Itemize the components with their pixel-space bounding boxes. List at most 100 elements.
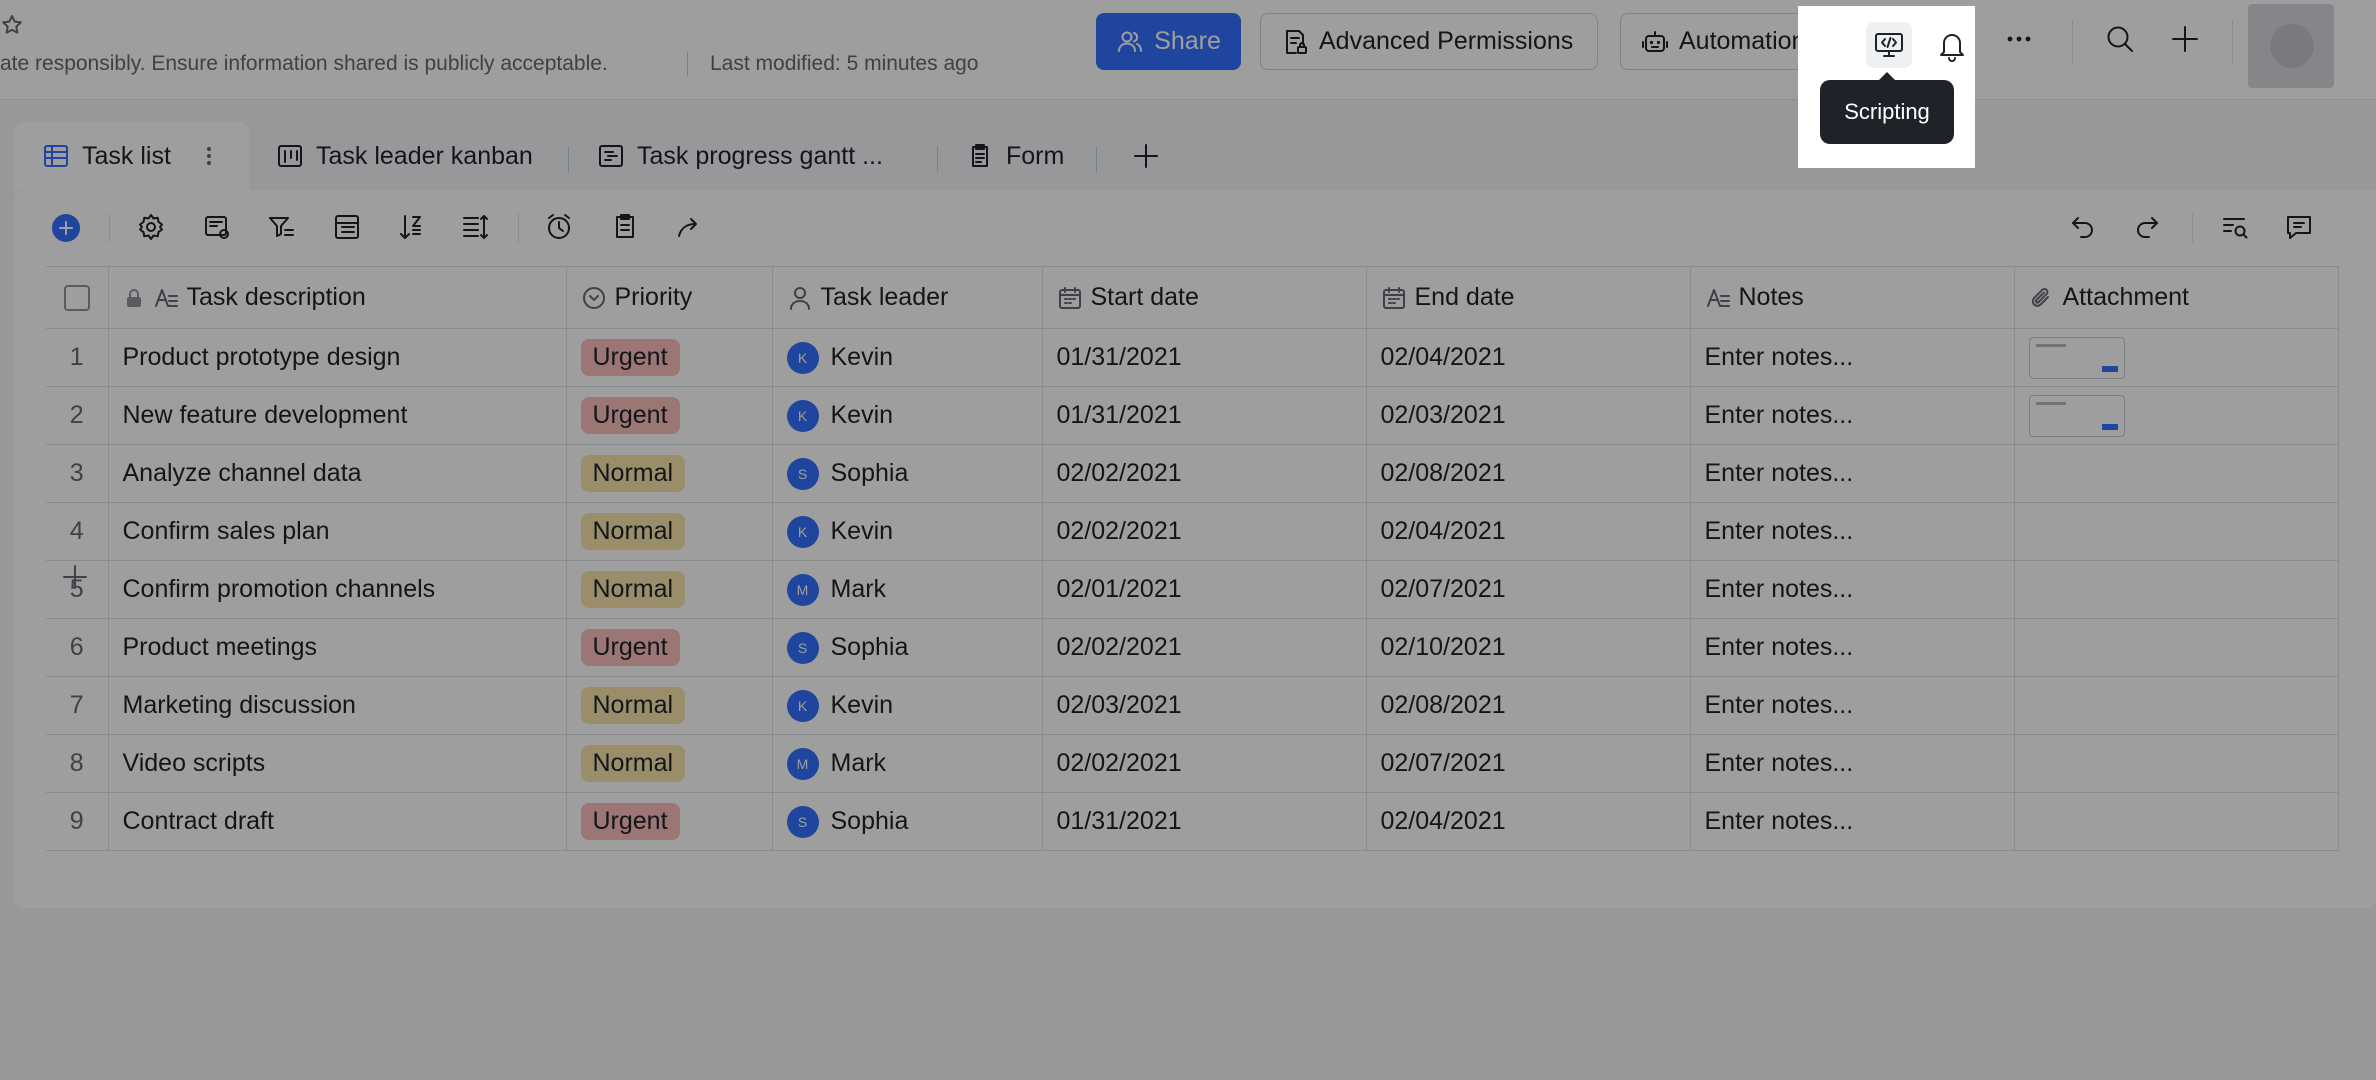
cell-attachment[interactable]: [2013, 502, 2339, 561]
alarm-clock-icon[interactable]: [544, 212, 574, 242]
attachment-thumbnail[interactable]: [2028, 394, 2125, 437]
cell-task-description[interactable]: Product meetings: [107, 618, 567, 677]
add-view-icon[interactable]: [1130, 140, 1162, 172]
cell-start-date[interactable]: 02/02/2021: [1041, 618, 1367, 677]
cell-end-date[interactable]: 02/07/2021: [1365, 560, 1691, 619]
cell-attachment[interactable]: [2013, 792, 2339, 851]
cell-task-leader[interactable]: S Sophia: [771, 792, 1043, 851]
more-icon[interactable]: [2002, 22, 2036, 56]
column-header-priority[interactable]: Priority: [565, 266, 773, 329]
search-icon[interactable]: [2103, 22, 2137, 56]
record-log-icon[interactable]: [610, 212, 640, 242]
cell-task-leader[interactable]: K Kevin: [771, 386, 1043, 445]
cell-priority[interactable]: Normal: [565, 734, 773, 793]
cell-task-description[interactable]: Confirm promotion channels: [107, 560, 567, 619]
column-header-task-description[interactable]: Task description: [107, 266, 567, 329]
column-header-task-leader[interactable]: Task leader: [771, 266, 1043, 329]
cell-task-leader[interactable]: S Sophia: [771, 618, 1043, 677]
cell-start-date[interactable]: 02/01/2021: [1041, 560, 1367, 619]
cell-task-leader[interactable]: K Kevin: [771, 676, 1043, 735]
cell-task-description[interactable]: Contract draft: [107, 792, 567, 851]
cell-attachment[interactable]: [2013, 676, 2339, 735]
cell-priority[interactable]: Normal: [565, 502, 773, 561]
select-all-cell[interactable]: [46, 266, 109, 329]
cell-end-date[interactable]: 02/08/2021: [1365, 676, 1691, 735]
tab-task-progress-gantt[interactable]: Task progress gantt ...: [597, 122, 883, 190]
cell-end-date[interactable]: 02/04/2021: [1365, 328, 1691, 387]
filter-icon[interactable]: [266, 212, 296, 242]
cell-end-date[interactable]: 02/04/2021: [1365, 792, 1691, 851]
tab-task-list[interactable]: Task list: [14, 122, 249, 190]
add-row-icon[interactable]: [60, 562, 90, 592]
cell-task-leader[interactable]: K Kevin: [771, 502, 1043, 561]
table-row[interactable]: 6 Product meetings Urgent S Sophia 02/02/2021…: [46, 618, 2339, 677]
row-height-icon[interactable]: [460, 212, 490, 242]
cell-start-date[interactable]: 02/02/2021: [1041, 734, 1367, 793]
cell-task-leader[interactable]: M Mark: [771, 734, 1043, 793]
star-icon[interactable]: [0, 13, 24, 37]
cell-notes[interactable]: Enter notes...: [1689, 502, 2015, 561]
cell-attachment[interactable]: [2013, 734, 2339, 793]
cell-priority[interactable]: Urgent: [565, 386, 773, 445]
cell-task-description[interactable]: Confirm sales plan: [107, 502, 567, 561]
table-row[interactable]: 7 Marketing discussion Normal K Kevin 02/03/2…: [46, 676, 2339, 735]
kebab-menu-icon[interactable]: [197, 144, 221, 168]
cell-task-description[interactable]: Analyze channel data: [107, 444, 567, 503]
select-all-checkbox[interactable]: [63, 284, 90, 311]
cell-end-date[interactable]: 02/03/2021: [1365, 386, 1691, 445]
avatar[interactable]: [2248, 4, 2334, 88]
cell-end-date[interactable]: 02/07/2021: [1365, 734, 1691, 793]
cell-attachment[interactable]: [2013, 328, 2339, 387]
plus-icon[interactable]: [2168, 22, 2202, 56]
cell-notes[interactable]: Enter notes...: [1689, 444, 2015, 503]
cell-attachment[interactable]: [2013, 386, 2339, 445]
tab-task-leader-kanban[interactable]: Task leader kanban: [276, 122, 533, 190]
cell-start-date[interactable]: 02/02/2021: [1041, 502, 1367, 561]
cell-end-date[interactable]: 02/04/2021: [1365, 502, 1691, 561]
undo-icon[interactable]: [2068, 212, 2098, 242]
cell-priority[interactable]: Normal: [565, 676, 773, 735]
cell-start-date[interactable]: 02/02/2021: [1041, 444, 1367, 503]
table-row[interactable]: 2 New feature development Urgent K Kevin 01/3…: [46, 386, 2339, 445]
cell-priority[interactable]: Urgent: [565, 618, 773, 677]
cell-notes[interactable]: Enter notes...: [1689, 676, 2015, 735]
table-row[interactable]: 8 Video scripts Normal M Mark 02/02/2021 02/07…: [46, 734, 2339, 793]
settings-gear-icon[interactable]: [136, 212, 166, 242]
field-settings-icon[interactable]: [202, 212, 232, 242]
add-record-button[interactable]: [52, 214, 80, 242]
share-button[interactable]: Share: [1096, 13, 1241, 70]
share-arrow-icon[interactable]: [674, 212, 704, 242]
comment-icon[interactable]: [2284, 212, 2314, 242]
cell-notes[interactable]: Enter notes...: [1689, 386, 2015, 445]
cell-priority[interactable]: Normal: [565, 560, 773, 619]
table-row[interactable]: 5 Confirm promotion channels Normal M Mark 02…: [46, 560, 2339, 619]
table-row[interactable]: 3 Analyze channel data Normal S Sophia 02/02/…: [46, 444, 2339, 503]
cell-task-leader[interactable]: K Kevin: [771, 328, 1043, 387]
column-header-start-date[interactable]: Start date: [1041, 266, 1367, 329]
cell-task-description[interactable]: Video scripts: [107, 734, 567, 793]
table-row[interactable]: 1 Product prototype design Urgent K Kevin 01/…: [46, 328, 2339, 387]
cell-attachment[interactable]: [2013, 560, 2339, 619]
cell-notes[interactable]: Enter notes...: [1689, 618, 2015, 677]
column-header-attachment[interactable]: Attachment: [2013, 266, 2339, 329]
cell-attachment[interactable]: [2013, 444, 2339, 503]
table-row[interactable]: 4 Confirm sales plan Normal K Kevin 02/02/202…: [46, 502, 2339, 561]
cell-start-date[interactable]: 02/03/2021: [1041, 676, 1367, 735]
cell-notes[interactable]: Enter notes...: [1689, 792, 2015, 851]
cell-notes[interactable]: Enter notes...: [1689, 734, 2015, 793]
notification-bell-icon[interactable]: [1936, 28, 1968, 62]
cell-task-description[interactable]: Product prototype design: [107, 328, 567, 387]
cell-end-date[interactable]: 02/10/2021: [1365, 618, 1691, 677]
cell-start-date[interactable]: 01/31/2021: [1041, 386, 1367, 445]
column-header-end-date[interactable]: End date: [1365, 266, 1691, 329]
cell-notes[interactable]: Enter notes...: [1689, 328, 2015, 387]
find-icon[interactable]: [2220, 212, 2250, 242]
cell-end-date[interactable]: 02/08/2021: [1365, 444, 1691, 503]
advanced-permissions-button[interactable]: Advanced Permissions: [1260, 13, 1598, 70]
cell-notes[interactable]: Enter notes...: [1689, 560, 2015, 619]
cell-task-leader[interactable]: S Sophia: [771, 444, 1043, 503]
cell-task-leader[interactable]: M Mark: [771, 560, 1043, 619]
table-row[interactable]: 9 Contract draft Urgent S Sophia 01/31/2021 02…: [46, 792, 2339, 851]
cell-start-date[interactable]: 01/31/2021: [1041, 328, 1367, 387]
tab-form[interactable]: Form: [966, 122, 1064, 190]
